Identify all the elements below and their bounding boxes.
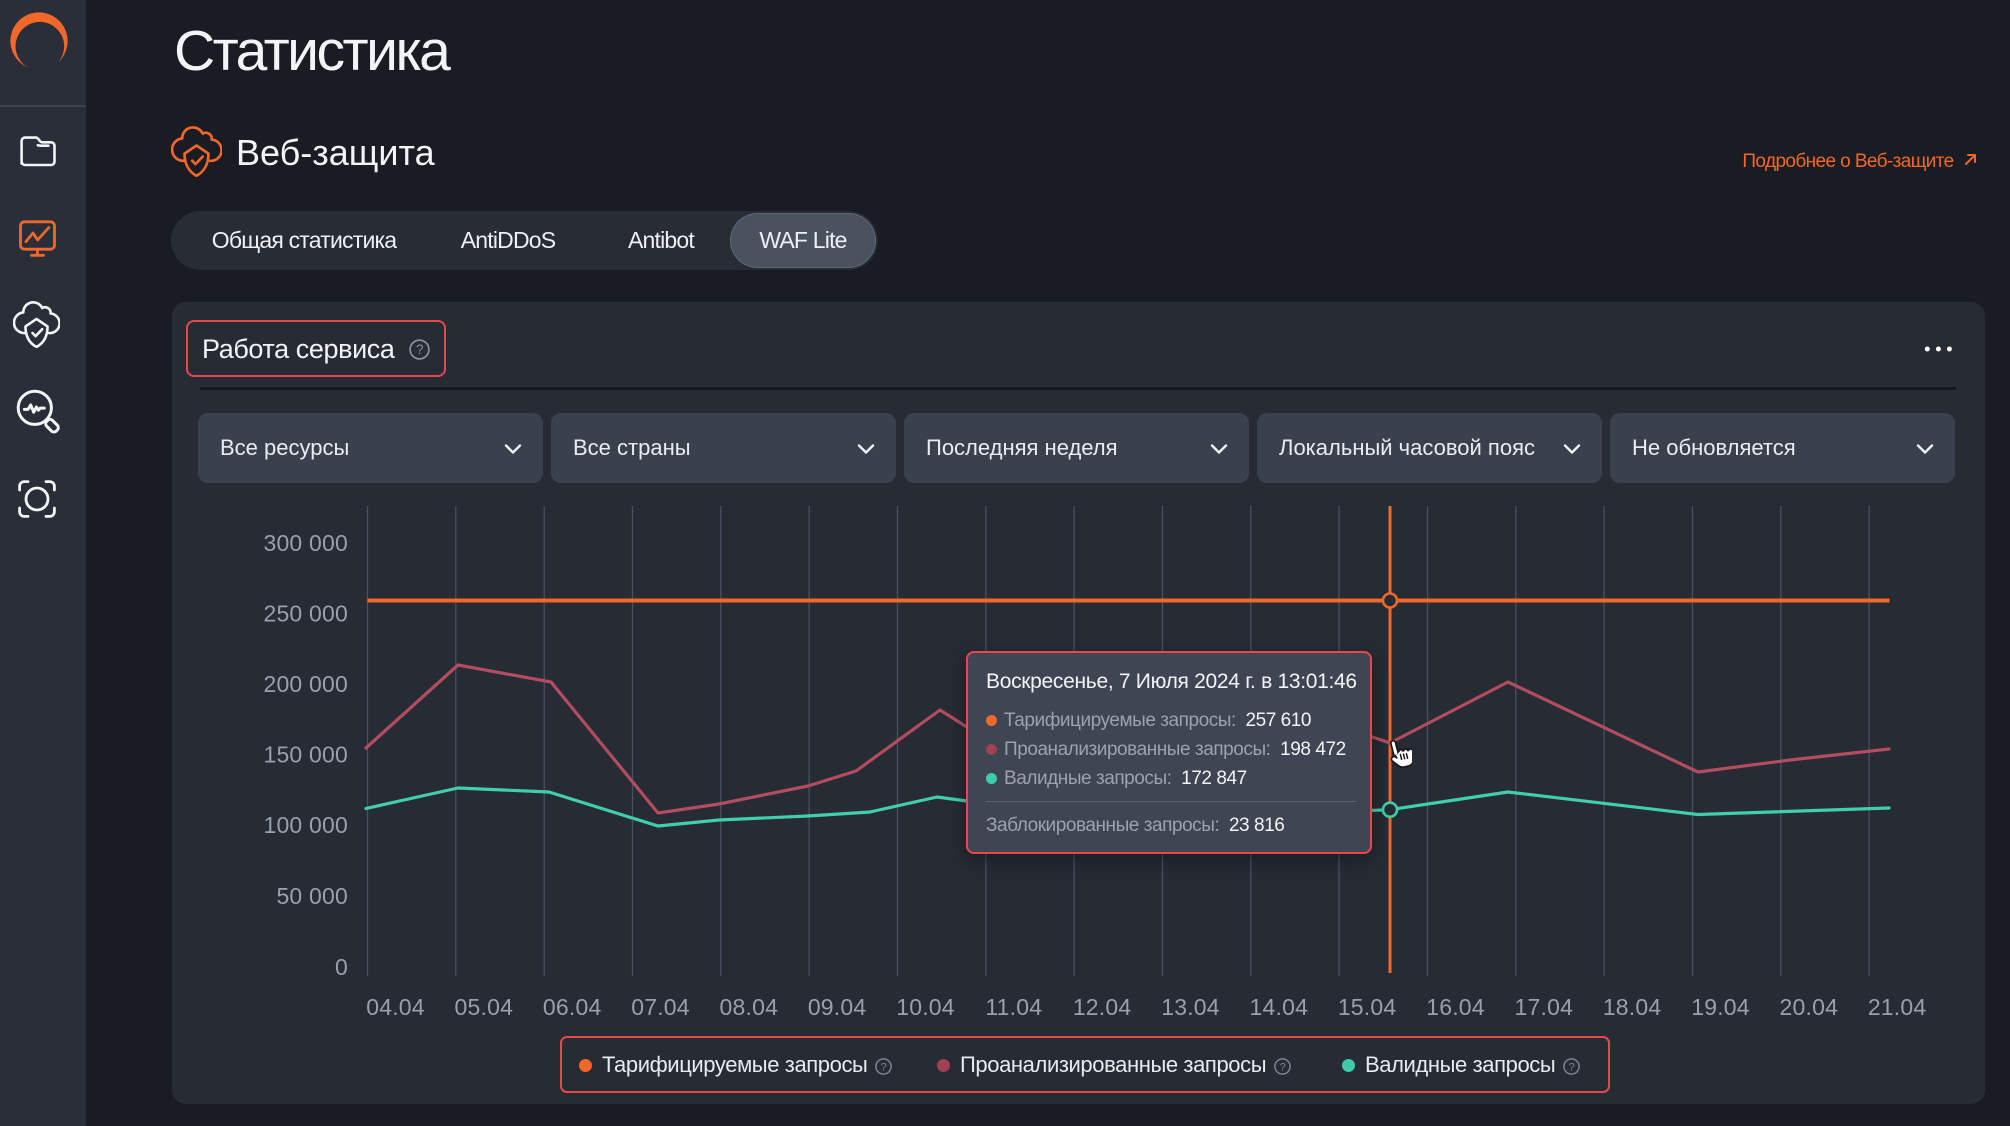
svg-text:15.04: 15.04 xyxy=(1338,994,1397,1020)
svg-text:10.04: 10.04 xyxy=(896,994,955,1020)
svg-text:07.04: 07.04 xyxy=(631,994,690,1020)
svg-text:09.04: 09.04 xyxy=(808,994,867,1020)
svg-text:13.04: 13.04 xyxy=(1161,994,1220,1020)
svg-text:250 000: 250 000 xyxy=(263,601,348,627)
svg-text:300 000: 300 000 xyxy=(263,530,348,556)
svg-text:05.04: 05.04 xyxy=(455,994,514,1020)
svg-text:17.04: 17.04 xyxy=(1515,994,1574,1020)
svg-text:50 000: 50 000 xyxy=(276,883,348,909)
svg-text:150 000: 150 000 xyxy=(263,742,348,768)
svg-text:16.04: 16.04 xyxy=(1426,994,1485,1020)
svg-text:20.04: 20.04 xyxy=(1780,994,1839,1020)
svg-text:12.04: 12.04 xyxy=(1073,994,1132,1020)
svg-text:?: ? xyxy=(881,1061,887,1073)
svg-text:19.04: 19.04 xyxy=(1691,994,1750,1020)
svg-text:?: ? xyxy=(1569,1061,1575,1073)
svg-text:18.04: 18.04 xyxy=(1603,994,1662,1020)
svg-text:21.04: 21.04 xyxy=(1868,994,1927,1020)
svg-text:100 000: 100 000 xyxy=(263,812,348,838)
svg-text:0: 0 xyxy=(335,954,348,980)
svg-text:06.04: 06.04 xyxy=(543,994,602,1020)
svg-text:200 000: 200 000 xyxy=(263,671,348,697)
svg-text:14.04: 14.04 xyxy=(1250,994,1309,1020)
svg-text:08.04: 08.04 xyxy=(720,994,779,1020)
svg-text:?: ? xyxy=(1280,1061,1286,1073)
svg-text:04.04: 04.04 xyxy=(366,994,425,1020)
svg-text:11.04: 11.04 xyxy=(985,994,1042,1020)
